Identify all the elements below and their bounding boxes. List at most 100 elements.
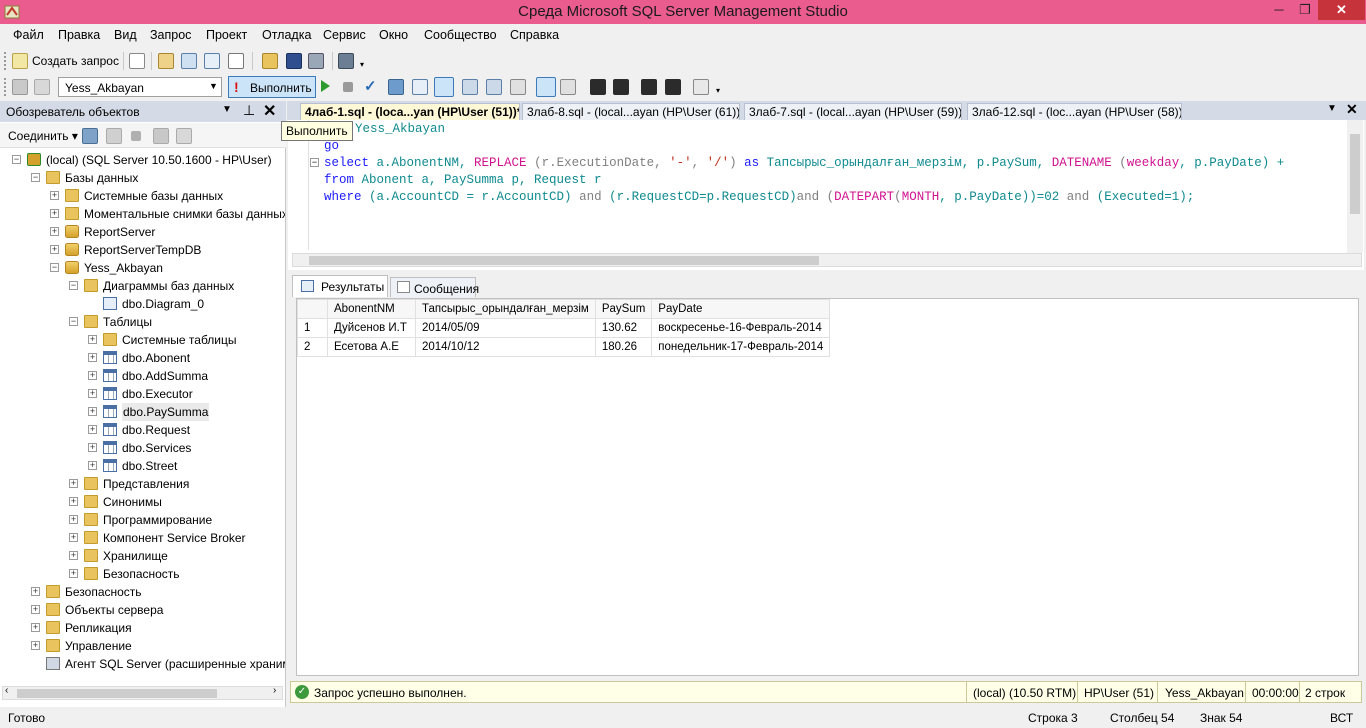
xmla-query-icon[interactable]: [228, 53, 244, 69]
dropdown-arrow-icon[interactable]: ▼: [222, 104, 232, 115]
expand-icon[interactable]: +: [50, 191, 59, 200]
db-engine-query-icon[interactable]: [158, 53, 174, 69]
expand-icon[interactable]: +: [88, 425, 97, 434]
tree-node[interactable]: − Базы данных: [0, 169, 285, 187]
toolbar-overflow-icon[interactable]: ▾: [716, 86, 720, 95]
tab-query-4lab-1[interactable]: 4лаб-1.sql - (loca...yan (HP\User (51))*: [300, 103, 520, 120]
tree-node[interactable]: + Программирование: [0, 511, 285, 529]
editor-hscroll[interactable]: [292, 253, 1362, 267]
tree-node[interactable]: + Компонент Service Broker: [0, 529, 285, 547]
tree-node[interactable]: + dbo.AddSumma: [0, 367, 285, 385]
tree-node[interactable]: + Хранилище: [0, 547, 285, 565]
menu-view[interactable]: Вид: [114, 28, 137, 42]
object-explorer-hscroll[interactable]: ‹ ›: [2, 685, 283, 700]
menu-debug[interactable]: Отладка: [262, 28, 311, 42]
tree-node[interactable]: − Диаграммы баз данных: [0, 277, 285, 295]
menu-file[interactable]: Файл: [13, 28, 44, 42]
results-grid-active-icon[interactable]: [536, 77, 556, 97]
specify-values-icon[interactable]: [693, 79, 709, 95]
filter-icon[interactable]: [153, 128, 169, 144]
toolbar-grip[interactable]: [4, 52, 7, 70]
tree-node[interactable]: + dbo.Abonent: [0, 349, 285, 367]
expand-icon[interactable]: +: [88, 335, 97, 344]
expand-icon[interactable]: +: [69, 479, 78, 488]
tree-node[interactable]: + Объекты сервера: [0, 601, 285, 619]
expand-icon[interactable]: +: [69, 569, 78, 578]
expand-icon[interactable]: +: [50, 209, 59, 218]
tab-list-icon[interactable]: ▼: [1327, 103, 1337, 114]
save-icon[interactable]: [286, 53, 302, 69]
tree-node[interactable]: + Управление: [0, 637, 285, 655]
tree-node[interactable]: Агент SQL Server (расширенные хранимые п…: [0, 655, 285, 673]
toolbar-overflow-icon[interactable]: ▾: [360, 60, 364, 69]
column-header[interactable]: PayDate: [651, 299, 831, 319]
open-file-icon[interactable]: [262, 53, 278, 69]
table-cell[interactable]: воскресенье-16-Февраль-2014: [651, 318, 831, 338]
collapse-icon[interactable]: −: [69, 317, 78, 326]
table-cell[interactable]: 2014/05/09: [415, 318, 596, 338]
expand-icon[interactable]: +: [31, 641, 40, 650]
change-connection-icon[interactable]: [34, 79, 50, 95]
menu-community[interactable]: Сообщество: [424, 28, 497, 42]
menu-tools[interactable]: Сервис: [323, 28, 366, 42]
expand-icon[interactable]: +: [31, 623, 40, 632]
increase-indent-icon[interactable]: [665, 79, 681, 95]
expand-icon[interactable]: +: [69, 533, 78, 542]
expand-icon[interactable]: +: [69, 551, 78, 560]
table-cell[interactable]: 130.62: [594, 318, 653, 338]
expand-icon[interactable]: +: [88, 443, 97, 452]
refresh-icon[interactable]: [176, 128, 192, 144]
table-cell[interactable]: 180.26: [594, 337, 653, 357]
cancel-query-icon[interactable]: [343, 82, 353, 92]
expand-icon[interactable]: +: [88, 371, 97, 380]
expand-icon[interactable]: +: [50, 227, 59, 236]
connect-explorer-icon[interactable]: [82, 128, 98, 144]
execute-button[interactable]: ! Выполнить: [228, 76, 316, 98]
tree-node[interactable]: + ReportServerTempDB: [0, 241, 285, 259]
results-to-file-icon[interactable]: [560, 79, 576, 95]
collapse-region-icon[interactable]: −: [310, 158, 319, 167]
close-tab-icon[interactable]: ✕: [1346, 101, 1358, 118]
results-to-text-icon[interactable]: [510, 79, 526, 95]
column-header[interactable]: AbonentNM: [327, 299, 416, 319]
sql-editor[interactable]: Yess_Akbayan go − select a.AbonentNM, RE…: [288, 120, 1364, 270]
query-designer-icon[interactable]: [412, 79, 428, 95]
tree-node[interactable]: + dbo.Executor: [0, 385, 285, 403]
toolbar-grip[interactable]: [4, 78, 7, 96]
tab-query-3lab-8[interactable]: 3лаб-8.sql - (local...ayan (HP\User (61)…: [522, 103, 740, 120]
collapse-icon[interactable]: −: [69, 281, 78, 290]
menu-window[interactable]: Окно: [379, 28, 408, 42]
tab-messages[interactable]: Сообщения: [390, 277, 479, 297]
expand-icon[interactable]: +: [31, 605, 40, 614]
new-query-button[interactable]: Создать запрос: [32, 54, 119, 68]
collapse-icon[interactable]: −: [50, 263, 59, 272]
tree-node[interactable]: + Безопасность: [0, 565, 285, 583]
tree-node[interactable]: dbo.Diagram_0: [0, 295, 285, 313]
table-cell[interactable]: 2014/10/12: [415, 337, 596, 357]
tree-node[interactable]: + Системные базы данных: [0, 187, 285, 205]
minimize-button[interactable]: ─: [1266, 0, 1292, 20]
column-header[interactable]: PaySum: [594, 299, 653, 319]
analysis-query-icon[interactable]: [181, 53, 197, 69]
tab-query-3lab-7[interactable]: 3лаб-7.sql - (local...ayan (HP\User (59)…: [744, 103, 962, 120]
debug-play-icon[interactable]: [321, 80, 330, 92]
tree-node[interactable]: + Представления: [0, 475, 285, 493]
expand-icon[interactable]: +: [69, 497, 78, 506]
menu-query[interactable]: Запрос: [150, 28, 191, 42]
tree-node[interactable]: + Репликация: [0, 619, 285, 637]
connect-icon[interactable]: [12, 79, 28, 95]
tree-node[interactable]: − Таблицы: [0, 313, 285, 331]
collapse-icon[interactable]: −: [12, 155, 21, 164]
comment-lines-icon[interactable]: [590, 79, 606, 95]
menu-edit[interactable]: Правка: [58, 28, 100, 42]
row-number[interactable]: 1: [297, 318, 328, 338]
tree-node[interactable]: + dbo.Street: [0, 457, 285, 475]
expand-icon[interactable]: +: [88, 407, 97, 416]
tree-node[interactable]: + Моментальные снимки базы данных: [0, 205, 285, 223]
menu-help[interactable]: Справка: [510, 28, 559, 42]
collapse-icon[interactable]: −: [31, 173, 40, 182]
tree-node[interactable]: − (local) (SQL Server 10.50.1600 - HP\Use…: [0, 151, 285, 169]
maximize-button[interactable]: ❐: [1292, 0, 1318, 20]
row-number[interactable]: 2: [297, 337, 328, 357]
print-icon[interactable]: [308, 53, 324, 69]
